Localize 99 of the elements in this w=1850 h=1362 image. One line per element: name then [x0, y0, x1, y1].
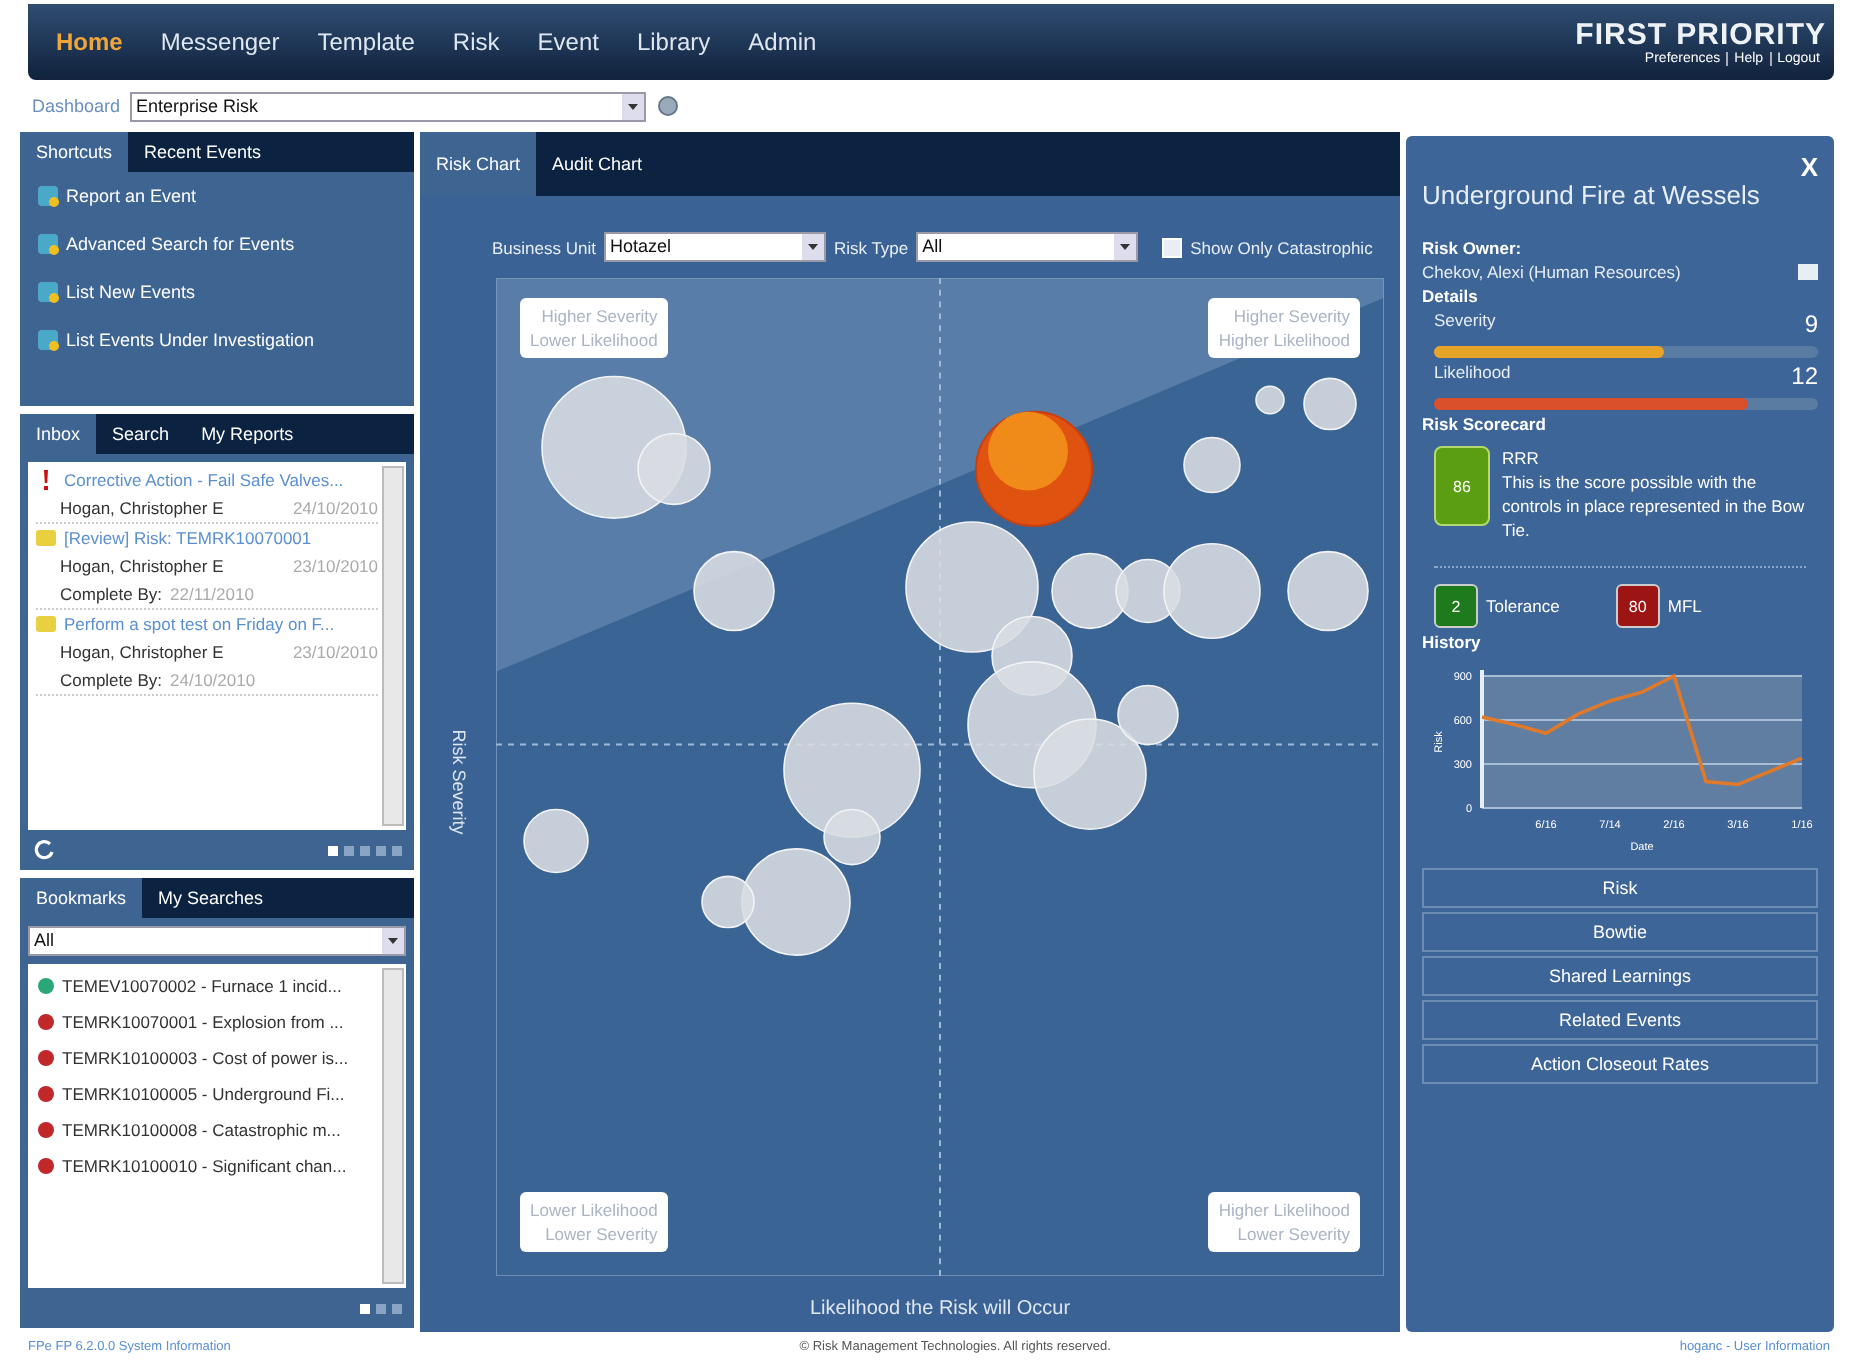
- bookmark-link[interactable]: TEMRK10100010 - Significant chan...: [62, 1156, 347, 1176]
- quadrant-label: Higher Severity Higher Likelihood: [1208, 298, 1360, 358]
- score-label: MFL: [1667, 594, 1702, 618]
- detail-button[interactable]: Related Events: [1422, 1000, 1818, 1040]
- shortcut-icon: [36, 280, 60, 304]
- message-date: 23/10/2010: [292, 556, 378, 576]
- due-label: Complete By:: [60, 584, 163, 604]
- score-badge: 80: [1615, 584, 1660, 628]
- bookmark-filter-select[interactable]: All: [28, 926, 406, 956]
- risk-type-select[interactable]: All: [916, 232, 1139, 262]
- quadrant-label: Lower Likelihood Lower Severity: [520, 1192, 668, 1252]
- message-date: 24/10/2010: [292, 498, 378, 518]
- chart-tab[interactable]: Risk Chart: [420, 132, 537, 196]
- shortcut-link[interactable]: List Events Under Investigation: [66, 330, 315, 350]
- dashboard-label: Dashboard: [32, 96, 121, 116]
- message-date: 23/10/2010: [292, 642, 378, 662]
- shortcut-link[interactable]: Advanced Search for Events: [66, 234, 295, 254]
- bubble[interactable]: [693, 550, 775, 632]
- due-label: Complete By:: [60, 670, 163, 690]
- detail-button[interactable]: Bowtie: [1422, 912, 1818, 952]
- panel-tab[interactable]: My Searches: [142, 878, 280, 918]
- bubble[interactable]: [701, 875, 755, 929]
- panel-tab[interactable]: Inbox: [20, 414, 97, 454]
- bookmark-link[interactable]: TEMRK10100003 - Cost of power is...: [62, 1048, 349, 1068]
- chart-tab[interactable]: Audit Chart: [536, 132, 659, 196]
- message-sender: Hogan, Christopher E: [60, 556, 224, 576]
- nav-menu-item[interactable]: Template: [317, 28, 415, 56]
- due-date: 22/11/2010: [170, 584, 254, 604]
- nav-menu-item[interactable]: Admin: [748, 28, 817, 56]
- panel-tab[interactable]: Shortcuts: [20, 132, 129, 172]
- section-heading: History: [1422, 632, 1483, 652]
- meter-value: 12: [1791, 362, 1818, 390]
- meter-label: Severity: [1434, 310, 1496, 334]
- message-sender: Hogan, Christopher E: [60, 642, 224, 662]
- section-heading: Risk Owner:: [1422, 238, 1524, 258]
- message-sender: Hogan, Christopher E: [60, 498, 224, 518]
- bubble[interactable]: [783, 702, 921, 838]
- bookmark-link[interactable]: TEMRK10100008 - Catastrophic m...: [62, 1120, 341, 1140]
- bubble[interactable]: [1183, 436, 1241, 494]
- panel-tab[interactable]: Recent Events: [128, 132, 278, 172]
- nav-menu-item[interactable]: Risk: [452, 28, 500, 56]
- bookmark-link[interactable]: TEMEV10070002 - Furnace 1 incid...: [62, 976, 342, 996]
- risk-owner-name: Chekov, Alexi (Human Resources): [1422, 262, 1681, 282]
- risk-type-label: Risk Type: [833, 237, 909, 257]
- bubble[interactable]: [637, 432, 711, 506]
- bubble[interactable]: [1117, 684, 1179, 746]
- shortcut-link[interactable]: List New Events: [66, 282, 196, 302]
- nav-menu-item[interactable]: Home: [56, 28, 123, 56]
- bookmark-link[interactable]: TEMRK10100005 - Underground Fi...: [62, 1084, 345, 1104]
- task-icon: [36, 528, 56, 548]
- quadrant-label: Higher Severity Lower Likelihood: [520, 298, 668, 358]
- panel-tab[interactable]: Bookmarks: [20, 878, 143, 918]
- x-axis-label: Likelihood the Risk will Occur: [809, 1297, 1071, 1319]
- nav-menu-item[interactable]: Event: [537, 28, 599, 56]
- shortcut-link[interactable]: Report an Event: [66, 186, 197, 206]
- bubble[interactable]: [1255, 385, 1285, 415]
- business-unit-select[interactable]: Hotazel: [603, 232, 826, 262]
- bubble[interactable]: [1051, 552, 1129, 630]
- detail-button[interactable]: Shared Learnings: [1422, 956, 1818, 996]
- quadrant-label: Higher Likelihood Lower Severity: [1208, 1192, 1360, 1252]
- task-icon: [36, 614, 56, 634]
- bubble[interactable]: [741, 848, 851, 956]
- section-heading: Details: [1422, 286, 1480, 306]
- bubble[interactable]: [1033, 718, 1147, 830]
- meter-value: 9: [1804, 310, 1818, 338]
- due-date: 24/10/2010: [170, 670, 256, 690]
- scrollbar[interactable]: [382, 466, 404, 826]
- scrollbar[interactable]: [382, 968, 404, 1284]
- score-label: Tolerance: [1486, 594, 1560, 618]
- business-unit-label: Business Unit: [492, 237, 596, 257]
- bubble[interactable]: [905, 521, 1039, 653]
- y-axis-label: Risk Severity: [448, 728, 468, 834]
- nav-menu-item[interactable]: Messenger: [160, 28, 280, 56]
- bubble[interactable]: [523, 808, 589, 874]
- score-description: This is the score possible with the controls in place represented in the Bow Tie.: [1502, 470, 1806, 542]
- detail-button[interactable]: Action Closeout Rates: [1422, 1044, 1818, 1084]
- checkbox-label: Show Only Catastrophic: [1190, 237, 1373, 257]
- score-badge: 2: [1434, 584, 1478, 628]
- brand-logo-text: FIRST PRIORITY: [1575, 18, 1826, 52]
- shortcut-icon: [36, 328, 60, 352]
- panel-title: Underground Fire at Wessels: [1422, 180, 1760, 210]
- section-heading: Risk Scorecard: [1422, 414, 1548, 434]
- dashboard-select[interactable]: Enterprise Risk: [130, 91, 647, 121]
- bubble[interactable]: [1163, 542, 1261, 639]
- detail-button[interactable]: Risk: [1422, 868, 1818, 908]
- bookmark-link[interactable]: TEMRK10070001 - Explosion from ...: [62, 1012, 344, 1032]
- score-name: RRR: [1502, 446, 1541, 470]
- shortcut-icon: [36, 184, 60, 208]
- close-button[interactable]: X: [1800, 152, 1818, 182]
- bubble[interactable]: [1303, 377, 1357, 431]
- panel-tab[interactable]: My Reports: [185, 414, 310, 454]
- panel-tab[interactable]: Search: [96, 414, 186, 454]
- shortcut-icon: [36, 232, 60, 256]
- bubble[interactable]: [823, 808, 881, 866]
- score-badge: 86: [1434, 446, 1490, 526]
- bubble[interactable]: [1287, 550, 1369, 632]
- nav-menu-item[interactable]: Library: [636, 28, 711, 56]
- meter-label: Likelihood: [1434, 362, 1511, 386]
- checkbox[interactable]: [1162, 237, 1183, 257]
